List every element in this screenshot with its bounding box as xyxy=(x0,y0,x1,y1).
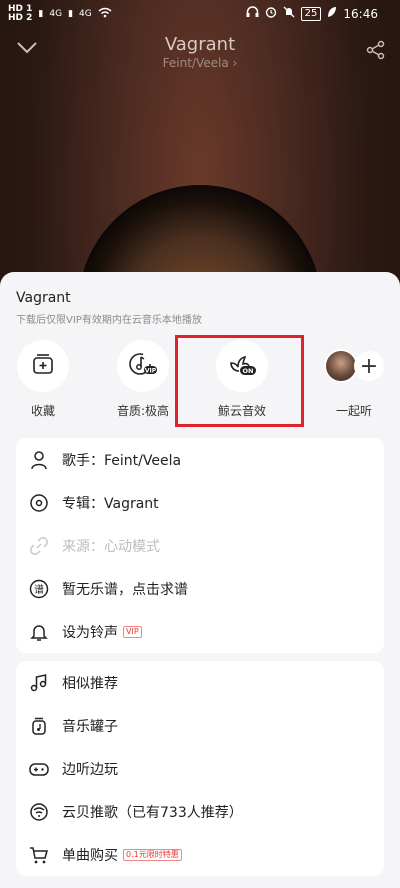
network-label: 4G xyxy=(49,9,63,19)
sheet-subtitle: 下载后仅限VIP有效期内在云音乐本地播放 xyxy=(16,315,202,326)
song-artist[interactable]: Feint/Veela › xyxy=(0,56,400,70)
source-row: 来源：心动模式 xyxy=(16,524,384,567)
score-label: 暂无乐谱，点击求谱 xyxy=(62,581,188,598)
collect-label: 收藏 xyxy=(30,404,55,418)
highlight-box xyxy=(175,335,304,427)
leaf-icon xyxy=(327,6,337,21)
song-info-card: 歌手：Feint/Veela 专辑：Vagrant 来源：心动模式 谱 暂无乐谱… xyxy=(16,438,384,653)
audio-quality-vip-icon: VIP xyxy=(128,351,158,381)
svg-text:谱: 谱 xyxy=(34,583,44,596)
ringtone-label: 设为铃声 xyxy=(62,624,118,641)
purchase-row[interactable]: 单曲购买 0.1元限时特惠 xyxy=(16,833,384,876)
album-label: 专辑：Vagrant xyxy=(62,495,159,512)
vip-tag: VIP xyxy=(123,625,142,638)
gamepad-icon xyxy=(16,759,62,779)
bell-icon xyxy=(16,622,62,642)
add-to-playlist-icon xyxy=(31,352,55,380)
music-jar-icon xyxy=(16,716,62,736)
album-icon xyxy=(16,493,62,513)
battery-indicator: 25 xyxy=(300,6,322,21)
plus-icon: + xyxy=(354,351,384,381)
song-options-sheet: Vagrant 下载后仅限VIP有效期内在云音乐本地播放 收藏 VIP 音质:极… xyxy=(0,272,400,888)
music-jar-label: 音乐罐子 xyxy=(62,718,118,735)
album-row[interactable]: 专辑：Vagrant xyxy=(16,481,384,524)
similar-label: 相似推荐 xyxy=(62,675,118,692)
headphone-icon xyxy=(246,6,259,21)
song-title: Vagrant xyxy=(164,34,236,55)
singer-label: 歌手：Feint/Veela xyxy=(62,452,182,469)
clock-time: 16:46 xyxy=(343,6,378,21)
share-icon[interactable] xyxy=(366,40,386,64)
source-label: 来源：心动模式 xyxy=(62,538,160,555)
alarm-icon xyxy=(265,6,277,21)
sim2-label: HD 2 xyxy=(8,13,33,23)
similar-row[interactable]: 相似推荐 xyxy=(16,661,384,704)
wifi-icon xyxy=(98,7,112,21)
more-options-card: 相似推荐 音乐罐子 边听边玩 云贝推歌（已有733人推荐） 单曲购买 0.1元限… xyxy=(16,661,384,876)
chevron-down-icon[interactable] xyxy=(16,40,38,59)
singer-row[interactable]: 歌手：Feint/Veela xyxy=(16,438,384,481)
sheet-title: Vagrant xyxy=(16,290,71,306)
cloud-coin-row[interactable]: 云贝推歌（已有733人推荐） xyxy=(16,790,384,833)
ringtone-row[interactable]: 设为铃声 VIP xyxy=(16,610,384,653)
svg-text:VIP: VIP xyxy=(145,368,157,375)
listen-together-button[interactable]: + 一起听 xyxy=(309,340,399,419)
player-header: Vagrant Feint/Veela › xyxy=(0,30,400,76)
play-while-listening-row[interactable]: 边听边玩 xyxy=(16,747,384,790)
status-bar: HD 1 HD 2 ▮ 4G ▮ 4G 25 16:46 xyxy=(0,0,400,28)
play-while-listening-label: 边听边玩 xyxy=(62,761,118,778)
network2-label: 4G xyxy=(79,9,92,19)
cart-icon xyxy=(16,845,62,865)
promo-tag: 0.1元限时特惠 xyxy=(123,848,182,861)
singer-icon xyxy=(16,450,62,470)
listen-together-label: 一起听 xyxy=(335,404,372,418)
cloud-coin-icon xyxy=(16,802,62,822)
score-row[interactable]: 谱 暂无乐谱，点击求谱 xyxy=(16,567,384,610)
signal2-icon: ▮ xyxy=(68,9,74,19)
score-icon: 谱 xyxy=(16,579,62,599)
mute-icon xyxy=(283,6,295,21)
avatar xyxy=(324,349,358,383)
collect-button[interactable]: 收藏 xyxy=(0,340,88,419)
status-left: HD 1 HD 2 ▮ 4G ▮ 4G xyxy=(8,5,112,23)
music-jar-row[interactable]: 音乐罐子 xyxy=(16,704,384,747)
music-notes-icon xyxy=(16,673,62,693)
cloud-coin-label: 云贝推歌（已有733人推荐） xyxy=(62,804,243,821)
purchase-label: 单曲购买 xyxy=(62,847,118,864)
link-icon xyxy=(16,536,62,556)
signal-icon: ▮ xyxy=(38,9,44,19)
status-right: 25 16:46 xyxy=(246,6,378,21)
